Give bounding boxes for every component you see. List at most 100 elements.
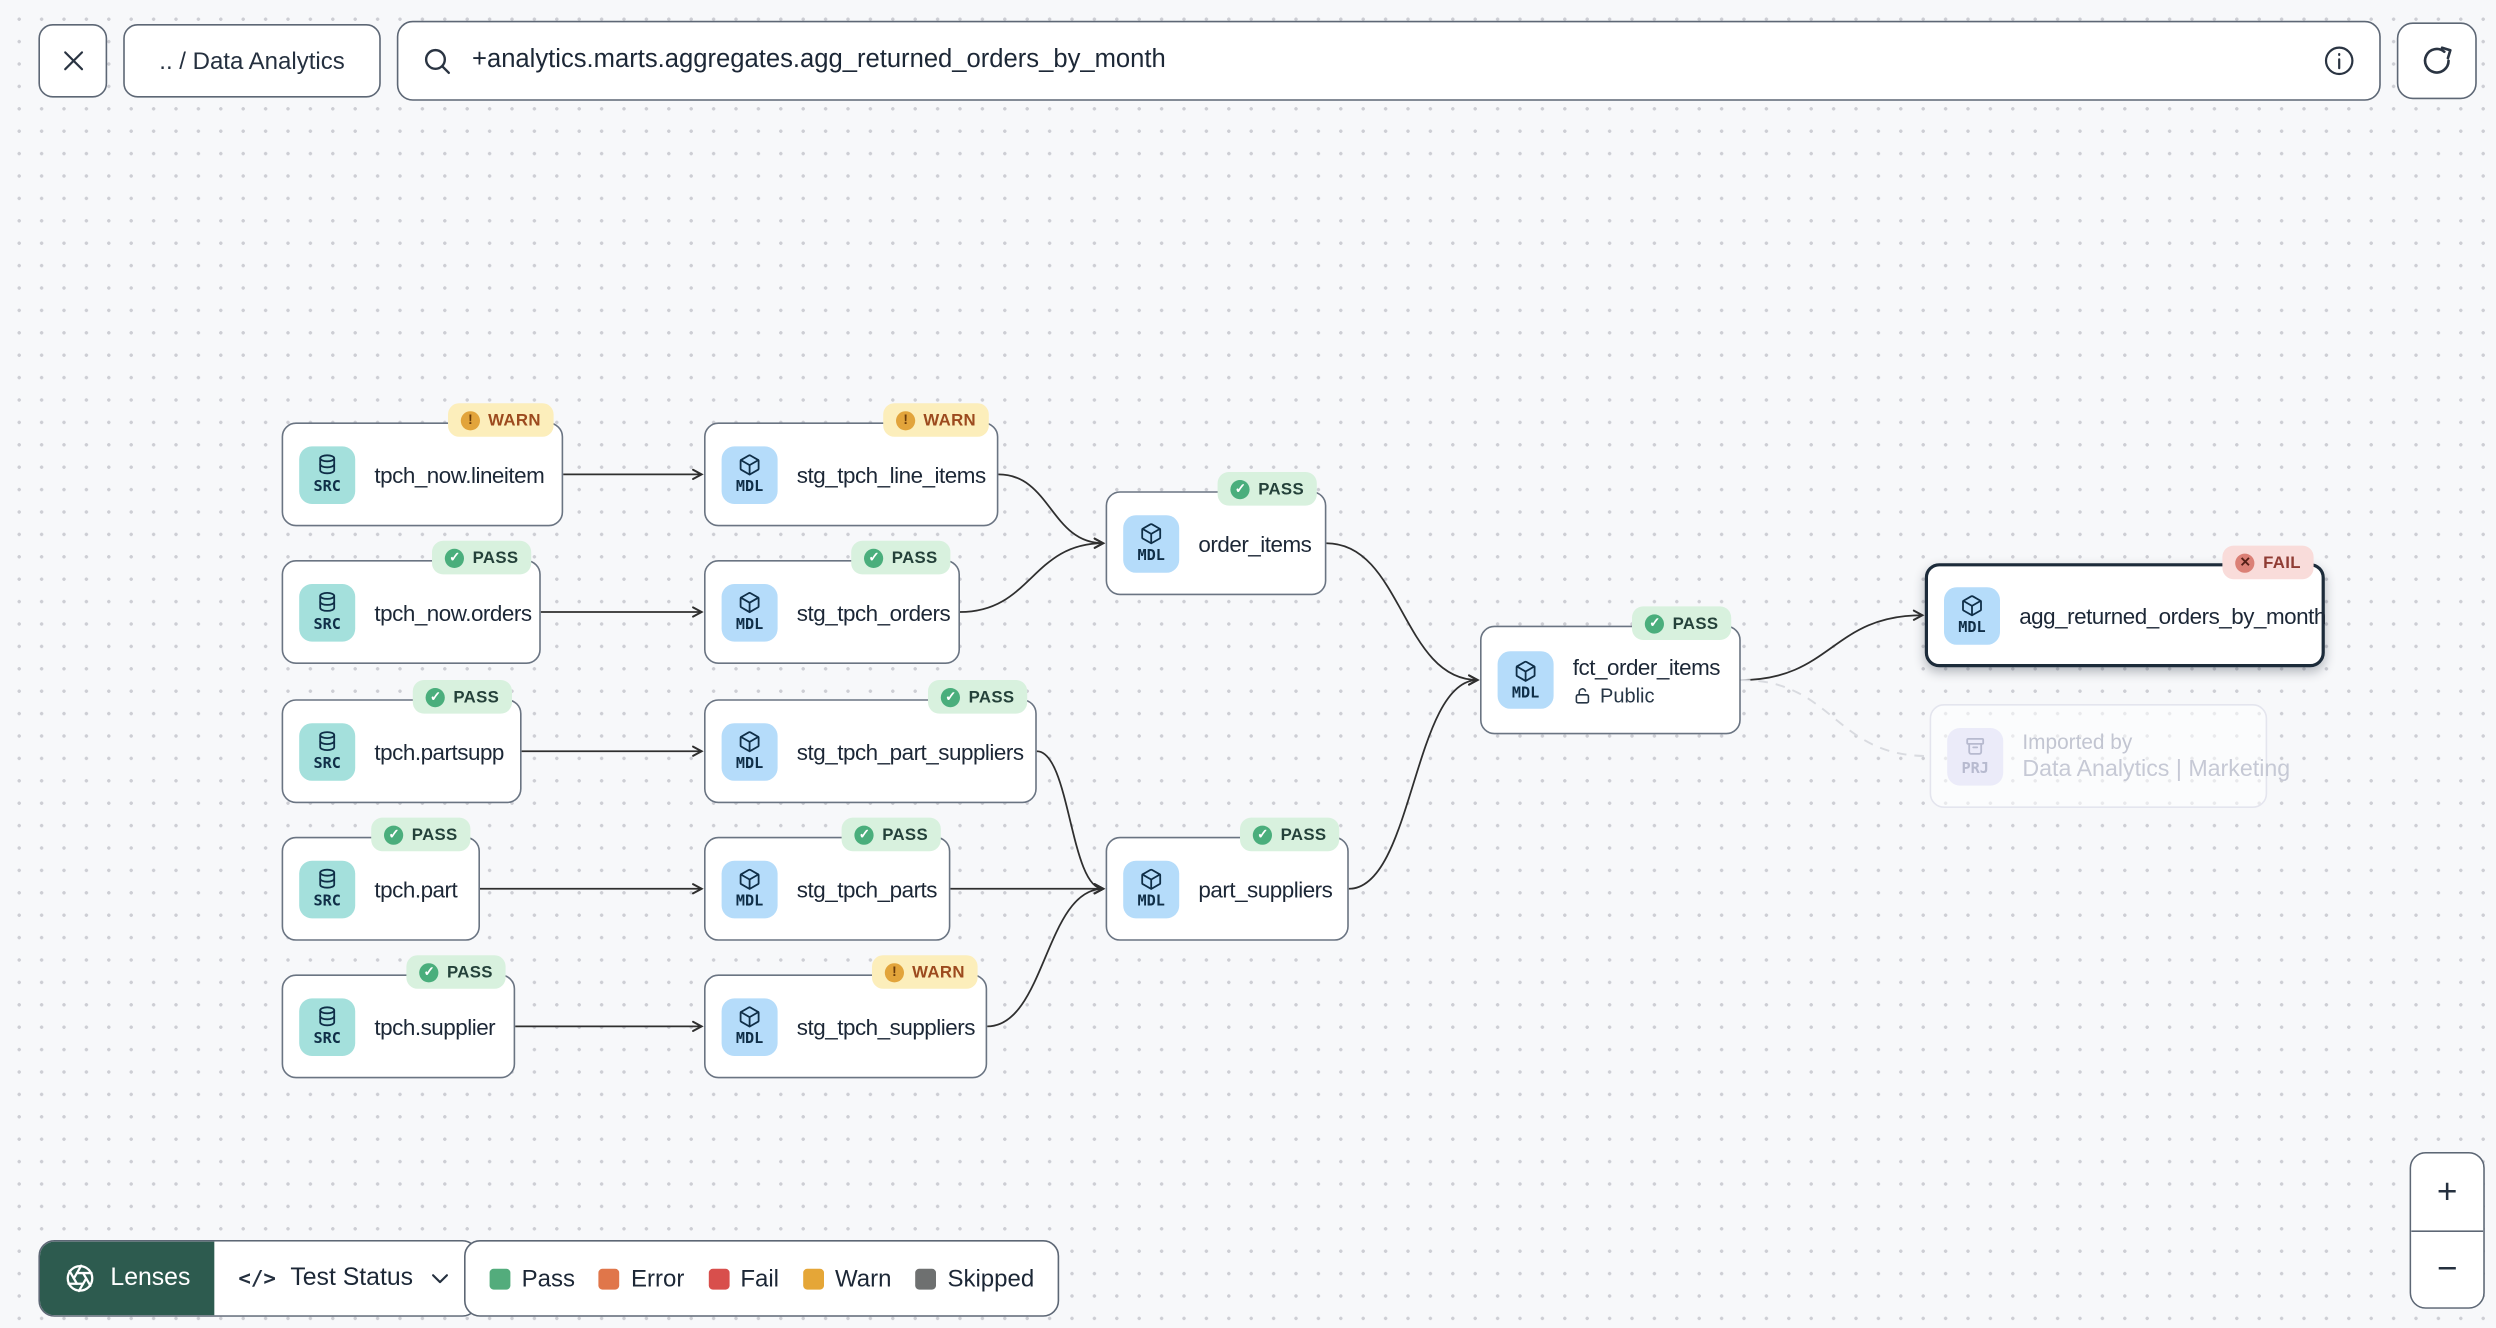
cube-icon — [738, 730, 762, 754]
node-type-label: SRC — [313, 893, 341, 911]
node-type-badge: MDL — [1944, 586, 2000, 644]
status-icon: ✓ — [384, 824, 404, 844]
node-type-label: MDL — [735, 1030, 764, 1049]
graph-node-tpch_part[interactable]: ✓ PASS SRC tpch.part — [281, 817, 480, 941]
graph-node-order_items[interactable]: ✓ PASS MDL order_items — [1105, 472, 1327, 596]
graph-node-tpch_now_orders[interactable]: ✓ PASS SRC tpch_now.orders — [281, 540, 541, 664]
lens-control-group: Lenses </> Test Status — [38, 1240, 479, 1317]
status-label: PASS — [882, 824, 928, 844]
unlock-icon — [1573, 686, 1592, 705]
node-label: tpch_now.orders — [374, 599, 532, 625]
status-icon: ✓ — [1645, 613, 1665, 633]
aperture-icon — [64, 1262, 96, 1294]
graph-node-imported_by[interactable]: PRJ Imported by Data Analytics | Marketi… — [1929, 704, 2290, 808]
node-label: tpch.partsupp — [374, 738, 504, 764]
graph-node-fct_order_items[interactable]: ✓ PASS MDL fct_order_items Public — [1480, 606, 1741, 735]
status-icon: ! — [884, 962, 905, 982]
status-icon: ✓ — [1231, 479, 1251, 499]
project-icon — [1963, 735, 1987, 759]
node-label: agg_returned_orders_by_month — [2019, 602, 2326, 628]
node-type-label: SRC — [313, 755, 341, 774]
lineage-explorer: .. / Data Analytics ! — [0, 0, 2496, 1328]
graph-node-tpch_supplier[interactable]: ✓ PASS SRC tpch.supplier — [281, 955, 516, 1079]
edge-part_suppliers-to-fct_order_items — [1348, 674, 1480, 890]
graph-node-stg_tpch_suppliers[interactable]: ! WARN MDL stg_tpch_suppliers — [704, 955, 988, 1079]
status-badge: ✓ PASS — [1218, 472, 1317, 506]
node-sublabel-text: Data Analytics | Marketing — [2022, 756, 2291, 783]
node-type-badge: MDL — [721, 860, 778, 918]
cube-icon — [1514, 659, 1538, 683]
legend-item: Warn — [803, 1265, 891, 1292]
status-icon: ✓ — [445, 548, 465, 568]
lens-selector-dropdown[interactable]: </> Test Status — [214, 1241, 478, 1316]
status-icon: ✓ — [855, 824, 875, 844]
node-type-badge: SRC — [299, 860, 356, 918]
node-type-label: SRC — [313, 1030, 341, 1049]
node-type-label: PRJ — [1961, 760, 1989, 778]
graph-node-stg_tpch_line_items[interactable]: ! WARN MDL stg_tpch_line_items — [704, 403, 999, 527]
graph-node-tpch_now_lineitem[interactable]: ! WARN SRC tpch_now.lineitem — [281, 403, 564, 527]
graph-node-stg_tpch_parts[interactable]: ✓ PASS MDL stg_tpch_parts — [704, 817, 951, 941]
node-label: order_items — [1198, 530, 1312, 556]
cube-icon — [738, 453, 762, 477]
status-icon: ✓ — [941, 687, 961, 707]
status-badge: ✓ PASS — [928, 680, 1028, 714]
cube-icon — [1139, 522, 1163, 546]
legend-label: Pass — [521, 1264, 575, 1292]
status-badge: ! WARN — [872, 955, 978, 989]
status-label: PASS — [968, 687, 1015, 707]
node-type-badge: SRC — [299, 583, 356, 641]
status-badge: ✓ PASS — [432, 540, 532, 575]
cube-icon — [738, 591, 762, 615]
node-label: stg_tpch_line_items — [796, 461, 986, 488]
edge-stg_tpch_line_items-to-order_items — [998, 473, 1106, 549]
status-badge: ✓ PASS — [413, 680, 512, 714]
zoom-in-button[interactable]: + — [2411, 1153, 2484, 1230]
database-icon — [315, 1005, 339, 1029]
status-badge: ✓ PASS — [407, 955, 506, 989]
status-icon: ! — [896, 410, 916, 430]
code-icon: </> — [238, 1266, 276, 1291]
node-sublabel: Data Analytics | Marketing — [2022, 757, 2290, 783]
graph-node-agg_returned_orders_by_month[interactable]: ✕ FAIL MDL agg_returned_orders_by_month — [1924, 545, 2326, 668]
status-badge: ✓ PASS — [1632, 606, 1732, 640]
node-type-badge: SRC — [299, 997, 356, 1056]
status-badge: ✓ PASS — [842, 817, 941, 852]
node-sublabel: Public — [1573, 684, 1720, 706]
chevron-down-icon — [427, 1266, 453, 1292]
status-label: PASS — [453, 687, 500, 707]
status-label: WARN — [912, 962, 965, 982]
node-type-label: MDL — [735, 616, 764, 634]
node-type-badge: MDL — [1123, 514, 1180, 572]
legend-item: Pass — [489, 1264, 575, 1292]
node-label: part_suppliers — [1198, 876, 1333, 902]
node-sublabel-text: Public — [1600, 684, 1655, 707]
status-icon: ✓ — [864, 548, 884, 568]
lenses-button[interactable]: Lenses — [40, 1241, 215, 1316]
database-icon — [315, 868, 339, 892]
status-icon: ! — [460, 410, 481, 430]
edge-stg_tpch_part_suppliers-to-part_suppliers — [1036, 750, 1106, 895]
status-label: PASS — [1672, 613, 1719, 633]
status-badge: ✓ PASS — [1240, 817, 1340, 852]
status-badge: ! WARN — [883, 403, 989, 437]
graph-node-stg_tpch_part_suppliers[interactable]: ✓ PASS MDL stg_tpch_part_suppliers — [704, 680, 1037, 804]
status-label: WARN — [488, 410, 541, 430]
status-label: PASS — [472, 548, 519, 568]
status-label: WARN — [923, 410, 976, 430]
node-type-label: MDL — [1137, 547, 1165, 566]
graph-node-stg_tpch_orders[interactable]: ✓ PASS MDL stg_tpch_orders — [704, 540, 960, 664]
zoom-out-button[interactable]: − — [2411, 1229, 2484, 1308]
lineage-canvas[interactable]: ! WARN SRC tpch_now.lineitem ✓ PASS SRC … — [0, 0, 2496, 1328]
legend-item: Error — [598, 1265, 684, 1292]
status-icon: ✓ — [426, 687, 446, 707]
status-label: PASS — [1258, 479, 1304, 499]
cube-icon — [1139, 868, 1163, 892]
node-type-label: MDL — [735, 478, 764, 497]
graph-node-tpch_partsupp[interactable]: ✓ PASS SRC tpch.partsupp — [281, 680, 522, 804]
node-type-badge: MDL — [721, 445, 778, 504]
graph-node-part_suppliers[interactable]: ✓ PASS MDL part_suppliers — [1105, 817, 1349, 941]
node-type-badge: MDL — [721, 583, 778, 641]
node-label: tpch.supplier — [374, 1013, 496, 1040]
database-icon — [315, 453, 339, 477]
